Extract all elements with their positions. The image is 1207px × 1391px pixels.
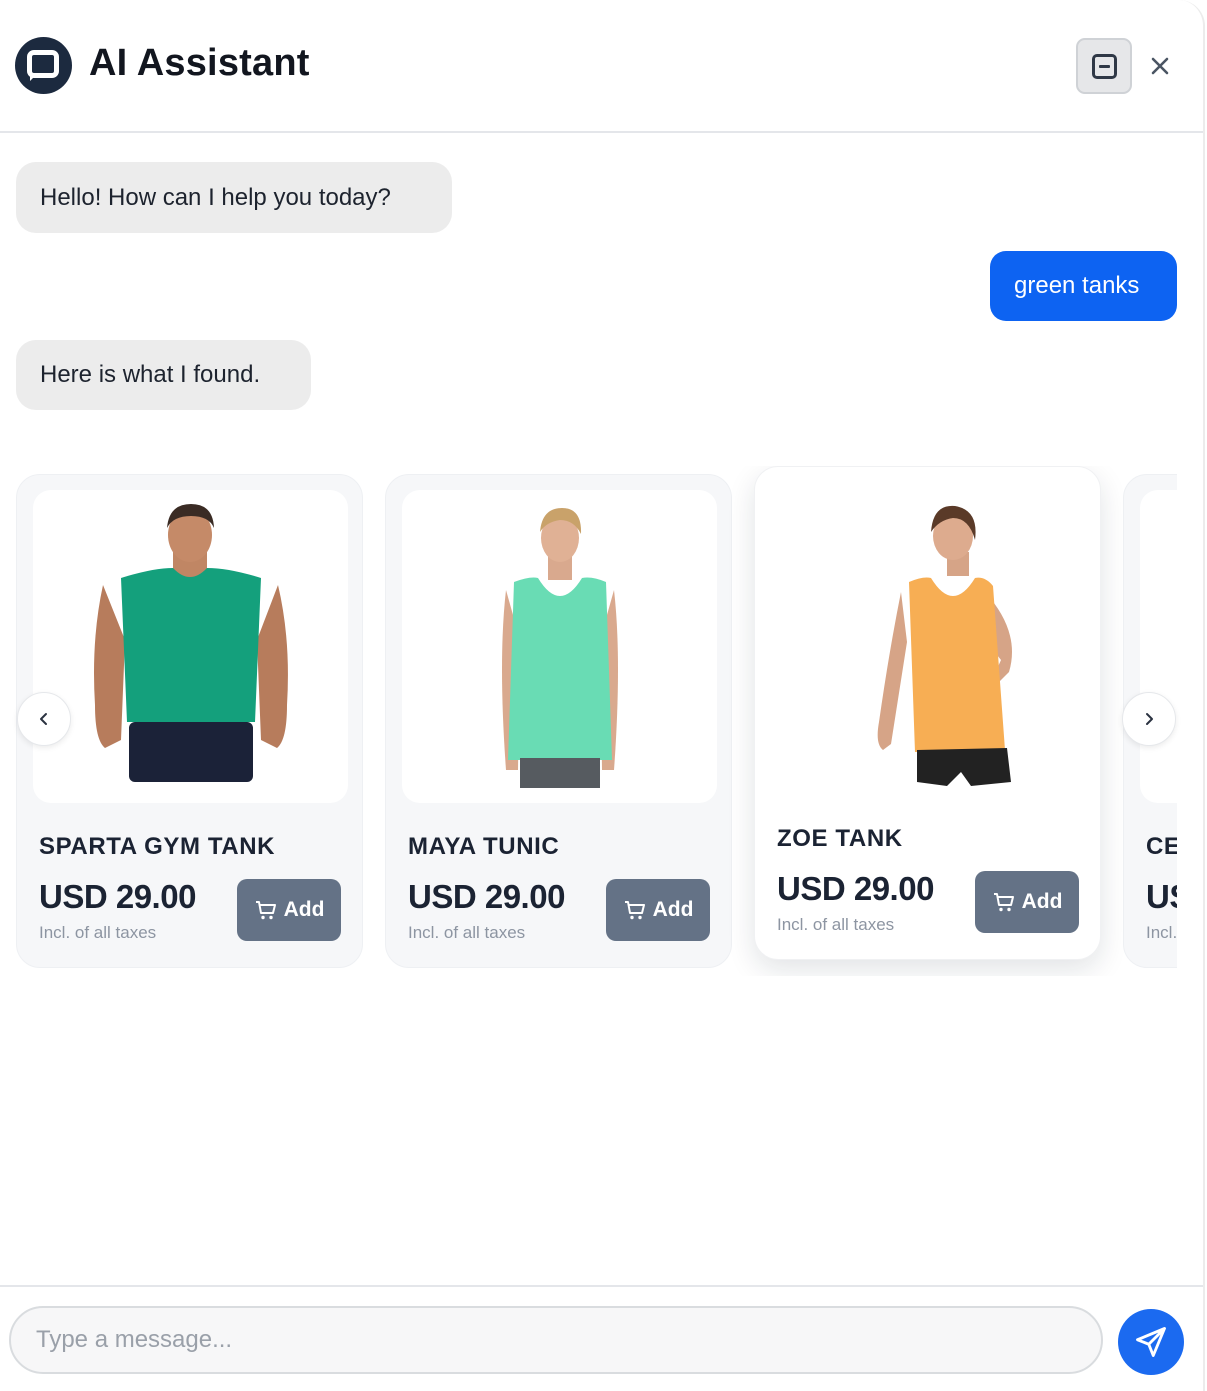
tank-shirt — [909, 577, 1005, 752]
product-card[interactable]: ZOE TANK USD 29.00 Incl. of all taxes Ad… — [754, 466, 1101, 960]
product-card[interactable]: MAYA TUNIC USD 29.00 Incl. of all taxes … — [385, 474, 732, 968]
chat-title: AI Assistant — [89, 42, 310, 84]
close-button[interactable] — [1146, 52, 1174, 80]
cart-icon — [624, 901, 645, 920]
product-price: USD 29.00 — [408, 878, 565, 915]
chat-bubble-icon — [15, 37, 72, 94]
minimize-button[interactable] — [1076, 38, 1132, 94]
tax-note: Incl. of all taxes — [39, 923, 157, 942]
tank-shirt — [508, 577, 612, 760]
cart-icon — [993, 893, 1014, 912]
add-to-cart-button[interactable]: Add — [237, 879, 341, 941]
carousel-prev-button[interactable] — [17, 692, 71, 746]
tax-note: Incl. of all taxes — [408, 923, 526, 942]
composer-bar: Type a message... — [0, 1285, 1203, 1391]
product-image — [1140, 490, 1177, 803]
assistant-message: Hello! How can I help you today? — [16, 162, 452, 233]
send-button[interactable] — [1118, 1309, 1184, 1375]
tax-note: Incl. of all taxes — [777, 915, 895, 934]
product-price: USD 29.00 — [777, 870, 934, 907]
assistant-message: Here is what I found. — [16, 340, 311, 410]
product-price: US — [1146, 878, 1177, 915]
product-price: USD 29.00 — [39, 878, 196, 915]
product-image — [771, 482, 1086, 795]
product-image — [402, 490, 717, 803]
product-name: CE — [1146, 833, 1177, 860]
tank-shirt — [121, 568, 261, 722]
minimize-icon — [1092, 54, 1117, 79]
send-icon — [1136, 1327, 1166, 1357]
message-input[interactable]: Type a message... — [9, 1306, 1103, 1374]
tax-note: Incl. — [1146, 923, 1177, 942]
product-name: ZOE TANK — [777, 825, 903, 852]
user-message: green tanks — [990, 251, 1177, 321]
carousel-next-button[interactable] — [1122, 692, 1176, 746]
add-to-cart-button[interactable]: Add — [975, 871, 1079, 933]
chevron-right-icon — [1146, 713, 1153, 725]
cart-icon — [255, 901, 276, 920]
product-name: MAYA TUNIC — [408, 833, 560, 860]
close-icon — [1151, 57, 1169, 75]
product-name: SPARTA GYM TANK — [39, 833, 276, 860]
chevron-left-icon — [40, 713, 47, 725]
product-image — [33, 490, 348, 803]
chat-header: AI Assistant — [0, 0, 1203, 133]
chat-panel: AI Assistant Hello! How can I help you t… — [0, 0, 1205, 1391]
product-carousel: SPARTA GYM TANK USD 29.00 Incl. of all t… — [16, 466, 1177, 976]
add-to-cart-button[interactable]: Add — [606, 879, 710, 941]
add-label: Add — [1021, 890, 1063, 913]
add-label: Add — [283, 898, 325, 921]
add-label: Add — [652, 898, 694, 921]
